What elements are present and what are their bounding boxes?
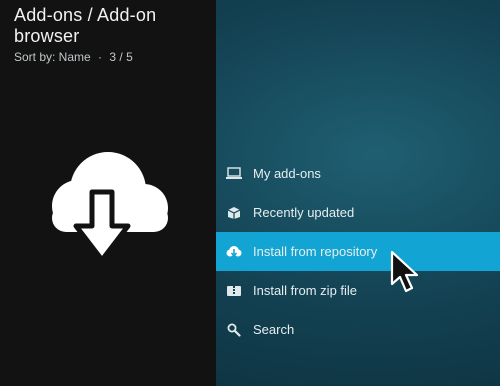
menu-item-label: Install from repository (253, 244, 378, 259)
header: Add-ons / Add-on browser Sort by: Name ·… (14, 5, 216, 64)
left-panel: Add-ons / Add-on browser Sort by: Name ·… (0, 0, 216, 386)
box-icon (226, 205, 242, 221)
addon-menu: My add-ons Recently updated Install from… (216, 154, 500, 349)
menu-item-install-from-zip[interactable]: Install from zip file (216, 271, 500, 310)
mouse-cursor-icon (389, 250, 419, 294)
monitor-icon (226, 166, 242, 182)
cloud-download-icon (226, 244, 242, 260)
item-position: 3 / 5 (109, 50, 133, 64)
menu-item-label: My add-ons (253, 166, 321, 181)
zip-icon (226, 283, 242, 299)
menu-item-label: Search (253, 322, 295, 337)
sort-label: Sort by: Name (14, 50, 91, 64)
cloud-download-icon (48, 148, 172, 264)
menu-item-search[interactable]: Search (216, 310, 500, 349)
menu-item-label: Install from zip file (253, 283, 358, 298)
menu-item-my-addons[interactable]: My add-ons (216, 154, 500, 193)
menu-item-recently-updated[interactable]: Recently updated (216, 193, 500, 232)
page-title: Add-ons / Add-on browser (14, 5, 157, 46)
separator: · (98, 50, 103, 64)
menu-item-label: Recently updated (253, 205, 355, 220)
search-icon (226, 322, 242, 338)
menu-item-install-from-repository[interactable]: Install from repository (216, 232, 500, 271)
sort-info: Sort by: Name · 3 / 5 (14, 50, 216, 64)
